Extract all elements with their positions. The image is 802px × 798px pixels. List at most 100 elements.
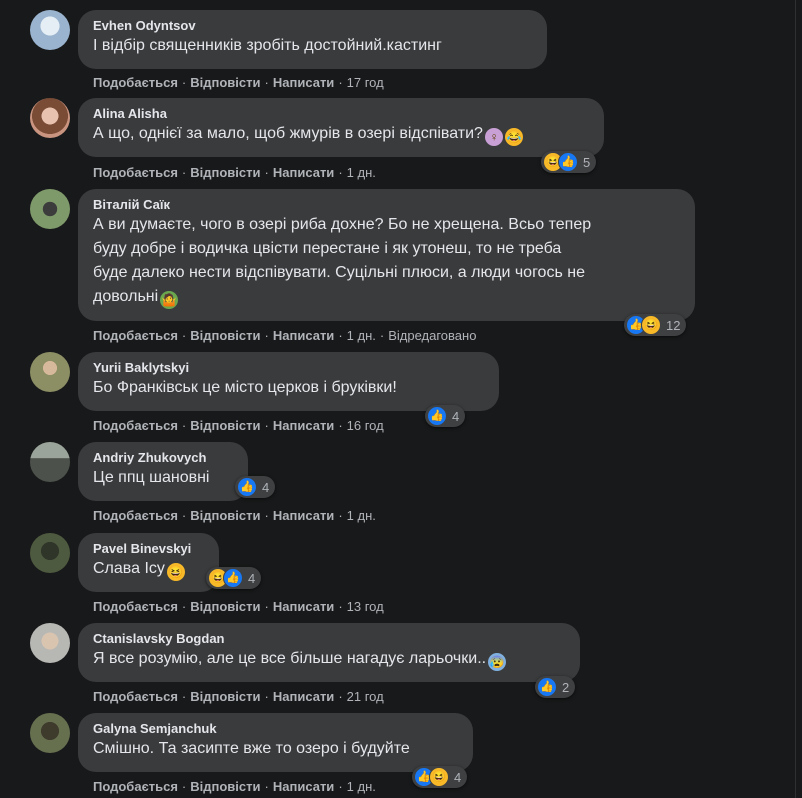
comment-timestamp[interactable]: 21 год bbox=[347, 689, 384, 704]
comment-timestamp[interactable]: 1 дн. bbox=[347, 779, 376, 794]
comment-author[interactable]: Ctanislavsky Bogdan bbox=[93, 631, 566, 647]
reply-action[interactable]: Відповісти bbox=[190, 75, 260, 90]
avatar[interactable] bbox=[30, 352, 70, 392]
comment-bubble: Galyna Semjanchuk Смішно. Та засипте вже… bbox=[78, 713, 473, 772]
separator: · bbox=[379, 328, 385, 343]
separator: · bbox=[264, 165, 269, 180]
reply-action[interactable]: Відповісти bbox=[190, 328, 260, 343]
reactions-summary[interactable]: 👍 2 bbox=[535, 676, 576, 698]
comment-text: Бо Франківськ це місто церков і бруківки… bbox=[93, 379, 397, 396]
separator: · bbox=[181, 75, 187, 90]
comment-author[interactable]: Andriy Zhukovych bbox=[93, 450, 234, 466]
avatar[interactable] bbox=[30, 98, 70, 138]
separator: · bbox=[264, 689, 269, 704]
comment-timestamp[interactable]: 17 год bbox=[347, 75, 384, 90]
scrollbar[interactable] bbox=[790, 0, 802, 798]
reactions-summary[interactable]: 👍 4 bbox=[425, 405, 466, 427]
write-action[interactable]: Написати bbox=[273, 689, 334, 704]
separator: · bbox=[338, 328, 343, 343]
comment-bubble: Ctanislavsky Bogdan Я все розумію, але ц… bbox=[78, 623, 580, 682]
comment-timestamp[interactable]: 13 год bbox=[347, 599, 384, 614]
laughing-emoji-icon: 😂 bbox=[504, 128, 523, 146]
separator: · bbox=[264, 508, 269, 523]
avatar[interactable] bbox=[30, 442, 70, 482]
comment-text: Це ппц шановні bbox=[93, 469, 210, 486]
write-action[interactable]: Написати bbox=[273, 508, 334, 523]
reactions-summary[interactable]: 😆 👍 5 bbox=[541, 151, 597, 173]
reply-action[interactable]: Відповісти bbox=[190, 418, 260, 433]
avatar[interactable] bbox=[30, 533, 70, 573]
like-action[interactable]: Подобається bbox=[93, 508, 178, 523]
comment-timestamp[interactable]: 1 дн. bbox=[347, 165, 376, 180]
like-action[interactable]: Подобається bbox=[93, 165, 178, 180]
reply-action[interactable]: Відповісти bbox=[190, 779, 260, 794]
separator: · bbox=[338, 599, 343, 614]
avatar-image bbox=[30, 442, 70, 482]
comment-author[interactable]: Pavel Binevskyi bbox=[93, 541, 205, 557]
avatar-image bbox=[30, 713, 70, 753]
comment-timestamp[interactable]: 1 дн. bbox=[347, 328, 376, 343]
comment-text-line: А ви думаєте, чого в озері риба дохне? Б… bbox=[93, 216, 592, 233]
comment-text: Слава Ісу 😆 bbox=[93, 557, 205, 581]
comment-text: А що, однієї за мало, щоб жмурів в озері… bbox=[93, 122, 590, 146]
reactions-count: 4 bbox=[454, 769, 462, 785]
separator: · bbox=[181, 328, 187, 343]
anxious-face-emoji-icon: 😰 bbox=[488, 653, 507, 671]
avatar[interactable] bbox=[30, 713, 70, 753]
avatar[interactable] bbox=[30, 189, 70, 229]
laughing-emoji-icon: 😆 bbox=[166, 563, 185, 581]
like-action[interactable]: Подобається bbox=[93, 75, 178, 90]
comment-author[interactable]: Galyna Semjanchuk bbox=[93, 721, 459, 737]
comment-timestamp[interactable]: 16 год bbox=[347, 418, 384, 433]
reactions-summary[interactable]: 😆 👍 4 bbox=[206, 567, 262, 589]
reactions-summary[interactable]: 👍 😆 12 bbox=[624, 314, 687, 336]
avatar-image bbox=[30, 352, 70, 392]
reply-action[interactable]: Відповісти bbox=[190, 689, 260, 704]
comment-actions: Подобається · Відповісти · Написати · 16 год bbox=[93, 418, 384, 434]
comment-author[interactable]: Віталій Саїк bbox=[93, 197, 681, 213]
separator: · bbox=[264, 599, 269, 614]
avatar[interactable] bbox=[30, 10, 70, 50]
reactions-summary[interactable]: 👍 4 bbox=[235, 476, 276, 498]
comment-author[interactable]: Yurii Baklytskyi bbox=[93, 360, 485, 376]
avatar-image bbox=[30, 98, 70, 138]
avatar-image bbox=[30, 10, 70, 50]
write-action[interactable]: Написати bbox=[273, 328, 334, 343]
separator: · bbox=[264, 75, 269, 90]
like-action[interactable]: Подобається bbox=[93, 418, 178, 433]
comment-bubble: Alina Alisha А що, однієї за мало, щоб ж… bbox=[78, 98, 604, 157]
comment-author[interactable]: Alina Alisha bbox=[93, 106, 590, 122]
separator: · bbox=[264, 418, 269, 433]
scrollbar-thumb[interactable] bbox=[795, 0, 796, 798]
comment-author[interactable]: Evhen Odyntsov bbox=[93, 18, 533, 34]
write-action[interactable]: Написати bbox=[273, 165, 334, 180]
like-action[interactable]: Подобається bbox=[93, 779, 178, 794]
shrug-emoji-icon: 🤷 bbox=[160, 291, 179, 309]
reactions-count: 2 bbox=[562, 679, 570, 695]
laughing-face-icon: 😆 bbox=[641, 315, 661, 335]
comment-actions: Подобається · Відповісти · Написати · 21 год bbox=[93, 689, 384, 705]
avatar[interactable] bbox=[30, 623, 70, 663]
comment-text-line: довольні bbox=[93, 288, 159, 305]
reactions-count: 4 bbox=[452, 408, 460, 424]
reply-action[interactable]: Відповісти bbox=[190, 508, 260, 523]
write-action[interactable]: Написати bbox=[273, 779, 334, 794]
comment-timestamp[interactable]: 1 дн. bbox=[347, 508, 376, 523]
separator: · bbox=[264, 779, 269, 794]
thumbs-up-icon: 👍 bbox=[223, 568, 243, 588]
write-action[interactable]: Написати bbox=[273, 599, 334, 614]
comment-actions: Подобається · Відповісти · Написати · 13 год bbox=[93, 599, 384, 615]
comment-text: І відбір священників зробіть достойний.к… bbox=[93, 37, 442, 54]
like-action[interactable]: Подобається bbox=[93, 689, 178, 704]
separator: · bbox=[338, 165, 343, 180]
reply-action[interactable]: Відповісти bbox=[190, 165, 260, 180]
reactions-count: 5 bbox=[583, 154, 591, 170]
comment-text: Смішно. Та засипте вже то озеро і будуйт… bbox=[93, 740, 410, 757]
write-action[interactable]: Написати bbox=[273, 418, 334, 433]
like-action[interactable]: Подобається bbox=[93, 599, 178, 614]
reply-action[interactable]: Відповісти bbox=[190, 599, 260, 614]
write-action[interactable]: Написати bbox=[273, 75, 334, 90]
like-action[interactable]: Подобається bbox=[93, 328, 178, 343]
reactions-summary[interactable]: 👍 😆 4 bbox=[412, 766, 468, 788]
separator: · bbox=[181, 508, 187, 523]
